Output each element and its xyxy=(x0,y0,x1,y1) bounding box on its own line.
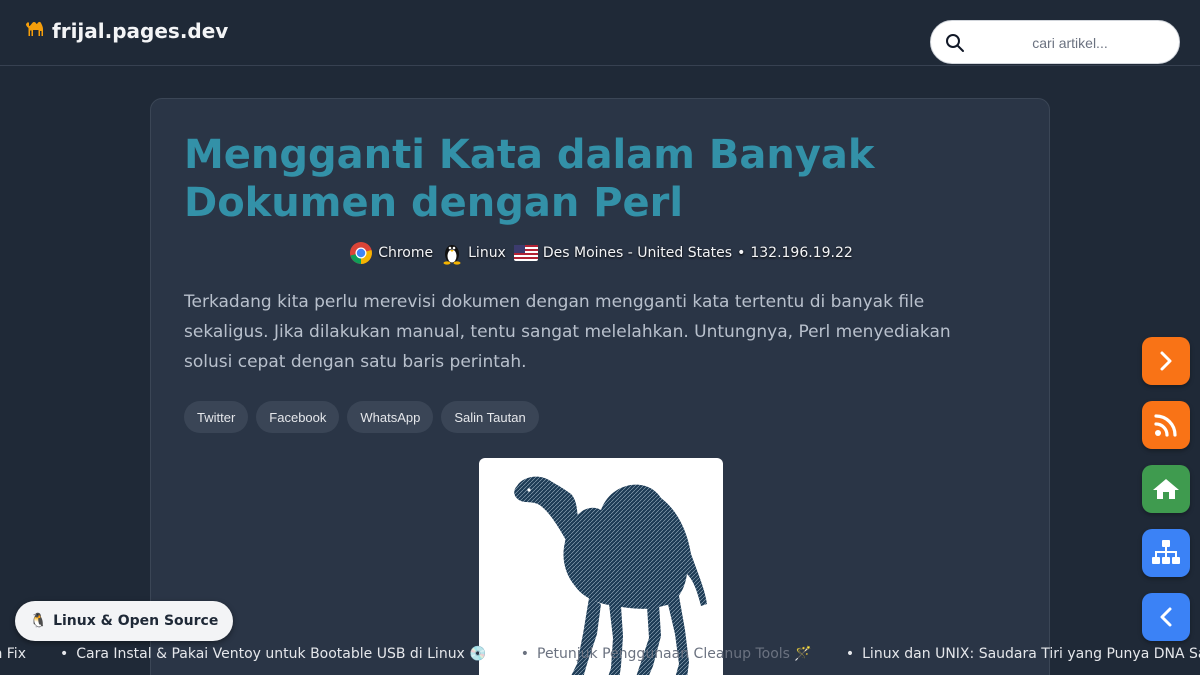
article-intro: Terkadang kita perlu merevisi dokumen de… xyxy=(184,292,951,372)
search-input[interactable] xyxy=(975,29,1165,57)
share-facebook-button[interactable]: Facebook xyxy=(256,401,340,433)
site-logo-link[interactable]: frijal.pages.dev xyxy=(24,18,228,43)
ticker-item[interactable]: • Cara Instal & Pakai Ventoy untuk Bootab… xyxy=(60,643,521,665)
ticker-item[interactable]: nah Fix xyxy=(0,643,60,665)
browser-name: Chrome xyxy=(378,245,434,261)
previous-article-button[interactable] xyxy=(1142,593,1190,641)
share-twitter-button[interactable]: Twitter xyxy=(184,401,249,433)
us-flag-icon xyxy=(513,245,538,261)
meta-separator: • xyxy=(737,245,746,261)
ticker-item-text: Linux dan UNIX: Saudara Tiri yang Punya … xyxy=(862,646,1200,662)
share-whatsapp-button[interactable]: WhatsApp xyxy=(347,401,434,433)
article-ticker: nah Fix • Cara Instal & Pakai Ventoy untu… xyxy=(0,643,1200,667)
ticker-track: nah Fix • Cara Instal & Pakai Ventoy untu… xyxy=(0,643,1200,665)
os-name: Linux xyxy=(468,245,506,261)
sitemap-button[interactable] xyxy=(1142,529,1190,577)
home-icon xyxy=(1153,479,1179,499)
category-badge[interactable]: 🐧 Linux & Open Source xyxy=(15,601,233,641)
bullet-icon: • xyxy=(520,646,529,662)
visitor-info: Chrome Linux Des Moines - United States … xyxy=(151,241,1049,265)
article-card: Mengganti Kata dalam Banyak Dokumen deng… xyxy=(150,98,1050,675)
penguin-icon: 🐧 xyxy=(29,613,48,629)
article-title: Mengganti Kata dalam Banyak Dokumen deng… xyxy=(184,132,875,226)
ticker-item-text: Cara Instal & Pakai Ventoy untuk Bootabl… xyxy=(76,646,487,662)
search-box xyxy=(930,20,1180,64)
bullet-icon: • xyxy=(845,646,855,662)
top-navbar: frijal.pages.dev xyxy=(0,0,1200,66)
camel-icon xyxy=(24,18,46,43)
ticker-item-text: Petunjuk Penggunaan Cleanup Tools 🪄 xyxy=(537,646,812,662)
os-info: Linux xyxy=(441,241,506,265)
chevron-left-icon xyxy=(1160,607,1172,627)
bullet-icon: • xyxy=(59,646,69,662)
ip-address: 132.196.19.22 xyxy=(750,245,853,261)
search-icon xyxy=(946,34,964,52)
category-label: Linux & Open Source xyxy=(53,613,219,629)
chevron-right-icon xyxy=(1160,351,1172,371)
rss-feed-button[interactable] xyxy=(1142,401,1190,449)
chrome-icon xyxy=(350,242,373,264)
next-article-button[interactable] xyxy=(1142,337,1190,385)
browser-info: Chrome xyxy=(349,241,433,265)
home-button[interactable] xyxy=(1142,465,1190,513)
ticker-item[interactable]: • Petunjuk Penggunaan Cleanup Tools 🪄 xyxy=(521,643,846,665)
sitemap-icon xyxy=(1152,540,1180,564)
location-text: Des Moines - United States xyxy=(542,245,733,261)
share-buttons: Twitter Facebook WhatsApp Salin Tautan xyxy=(184,401,539,433)
site-name: frijal.pages.dev xyxy=(52,18,229,43)
ticker-item[interactable]: • Linux dan UNIX: Saudara Tiri yang Punya… xyxy=(846,643,1200,665)
tux-icon xyxy=(443,245,461,265)
location-info: Des Moines - United States • 132.196.19.… xyxy=(513,245,853,261)
copy-link-button[interactable]: Salin Tautan xyxy=(441,401,539,433)
ticker-item-text: nah Fix xyxy=(0,646,26,662)
rss-icon xyxy=(1154,414,1177,437)
